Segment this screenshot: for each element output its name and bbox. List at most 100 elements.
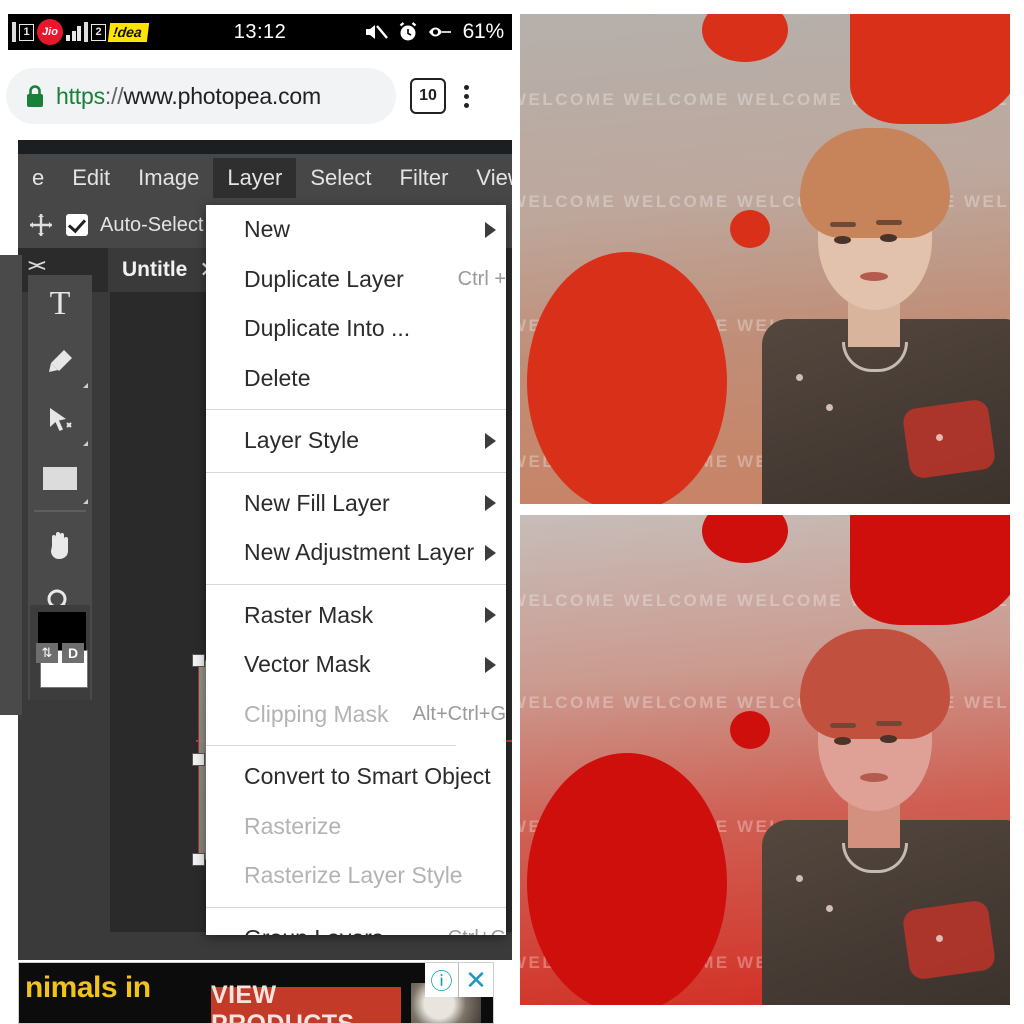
submenu-arrow-icon [485, 607, 496, 624]
ad-info-icon[interactable]: ⓘ [425, 963, 459, 997]
ad-close-icon[interactable]: ✕ [459, 963, 493, 997]
partial-tool-icon[interactable] [2, 647, 20, 665]
swap-colors-icon[interactable]: ⇅ [36, 643, 58, 663]
menu-item-label: Group Layers [244, 925, 383, 935]
menu-item-duplicate-layer[interactable]: Duplicate Layer Ctrl + [206, 255, 506, 305]
menu-item-vector-mask[interactable]: Vector Mask [206, 640, 506, 690]
menu-item-group-layers[interactable]: Group Layers Ctrl+G [206, 914, 506, 935]
menu-item-new-adjustment-layer[interactable]: New Adjustment Layer [206, 528, 506, 578]
partial-tool-icon[interactable] [2, 479, 20, 497]
menu-file[interactable]: e [18, 158, 58, 198]
ad-cta-button[interactable]: VIEW PRODUCTS [211, 981, 401, 1023]
person-hair [800, 629, 950, 739]
menu-item-duplicate-into[interactable]: Duplicate Into ... [206, 304, 506, 354]
transform-handle[interactable] [192, 654, 205, 667]
paint-splatter-large [527, 252, 727, 504]
menu-separator [206, 906, 506, 908]
menu-item-label: Clipping Mask [244, 700, 389, 727]
paint-splatter [854, 577, 884, 595]
ad-headline: nimals in [25, 971, 151, 1004]
address-bar-text: https://www.photopea.com [56, 83, 321, 110]
menu-bar: e Edit Image Layer Select Filter View [18, 154, 512, 202]
partial-tool-icon[interactable] [2, 367, 20, 385]
menu-item-rasterize: Rasterize [206, 802, 506, 852]
menu-item-label: Layer Style [244, 427, 360, 454]
pattern-dot [826, 905, 833, 912]
menu-image[interactable]: Image [124, 158, 213, 198]
auto-select-label: Auto-Select [100, 213, 204, 236]
menu-item-label: Delete [244, 364, 311, 391]
menu-select[interactable]: Select [296, 158, 385, 198]
url-separator: :// [104, 82, 124, 109]
tool-divider [34, 510, 86, 512]
path-selection-tool[interactable] [28, 391, 92, 449]
person-lips [860, 773, 888, 782]
submenu-arrow-icon [485, 544, 496, 561]
pen-tool-icon [49, 350, 72, 372]
menu-item-label: New Fill Layer [244, 489, 390, 516]
path-selection-tool-icon [50, 408, 72, 431]
menu-item-raster-mask[interactable]: Raster Mask [206, 591, 506, 641]
artwork-person [756, 104, 1010, 504]
hand-tool-icon [51, 532, 68, 559]
artwork-person [756, 605, 1010, 1005]
menu-item-convert-to-smart-object[interactable]: Convert to Smart Object [206, 752, 506, 802]
person-hair [800, 128, 950, 238]
person-eye [834, 737, 851, 745]
panel-collapse-icon[interactable]: >< [28, 256, 46, 276]
hand-tool[interactable] [28, 515, 92, 573]
pattern-dot [936, 434, 943, 441]
submenu-arrow-icon [485, 656, 496, 673]
tab-count-button[interactable]: 10 [410, 78, 446, 114]
menu-separator [206, 583, 506, 585]
ad-controls: ⓘ ✕ [425, 963, 493, 997]
kebab-menu-icon[interactable] [464, 84, 469, 108]
menu-edit[interactable]: Edit [58, 158, 124, 198]
pattern-dot [826, 404, 833, 411]
lock-icon [24, 83, 46, 109]
menu-layer[interactable]: Layer [213, 158, 297, 198]
menu-item-new-fill-layer[interactable]: New Fill Layer [206, 479, 506, 529]
menu-view[interactable]: View [462, 158, 512, 198]
menu-item-label: Vector Mask [244, 651, 371, 678]
menu-item-label: Convert to Smart Object [244, 763, 491, 790]
menu-item-layer-style[interactable]: Layer Style [206, 416, 506, 466]
auto-select-checkbox[interactable] [66, 214, 88, 236]
rectangle-tool[interactable] [28, 449, 92, 507]
person-eye [880, 234, 897, 242]
transform-handle[interactable] [192, 753, 205, 766]
url-scheme: https [56, 82, 105, 109]
menu-item-new[interactable]: New [206, 205, 506, 255]
menu-item-rasterize-layer-style: Rasterize Layer Style [206, 851, 506, 901]
artwork-preview-original: WELCOME WELCOME WELCOME WELCOME WELCOME … [520, 14, 1010, 504]
transform-handle[interactable] [192, 853, 205, 866]
submenu-arrow-icon [485, 432, 496, 449]
ad-banner[interactable]: nimals in VIEW PRODUCTS ⓘ ✕ [18, 962, 494, 1024]
person-lips [860, 272, 888, 281]
pattern-dot [796, 875, 803, 882]
menu-separator [206, 409, 506, 410]
menu-item-label: New Adjustment Layer [244, 539, 475, 566]
partial-tool-icon[interactable] [2, 423, 20, 441]
default-colors-icon[interactable]: D [62, 643, 84, 663]
partial-tool-icon[interactable] [2, 535, 20, 553]
person-scarf [901, 398, 997, 480]
type-tool[interactable]: T [28, 275, 92, 333]
partial-tool-icon[interactable] [2, 261, 20, 279]
partial-tool-icon[interactable] [2, 591, 20, 609]
partial-tool-icon[interactable] [2, 311, 20, 329]
move-tool-icon[interactable] [28, 212, 54, 238]
tool-column-partial[interactable] [0, 255, 22, 715]
menu-item-delete[interactable]: Delete [206, 354, 506, 404]
person-scarf [901, 899, 997, 981]
menu-separator [206, 471, 506, 473]
artwork-preview-edited: WELCOME WELCOME WELCOME WELCOME WELCOME … [520, 515, 1010, 1005]
paint-splatter [854, 76, 884, 94]
person-brow [876, 220, 902, 225]
menu-item-shortcut: Ctrl+G [448, 927, 506, 935]
menu-filter[interactable]: Filter [386, 158, 463, 198]
pen-tool[interactable] [28, 333, 92, 391]
menu-item-label: Raster Mask [244, 601, 374, 628]
address-bar[interactable]: https://www.photopea.com [6, 68, 396, 124]
menu-item-label: Rasterize Layer Style [244, 862, 463, 889]
